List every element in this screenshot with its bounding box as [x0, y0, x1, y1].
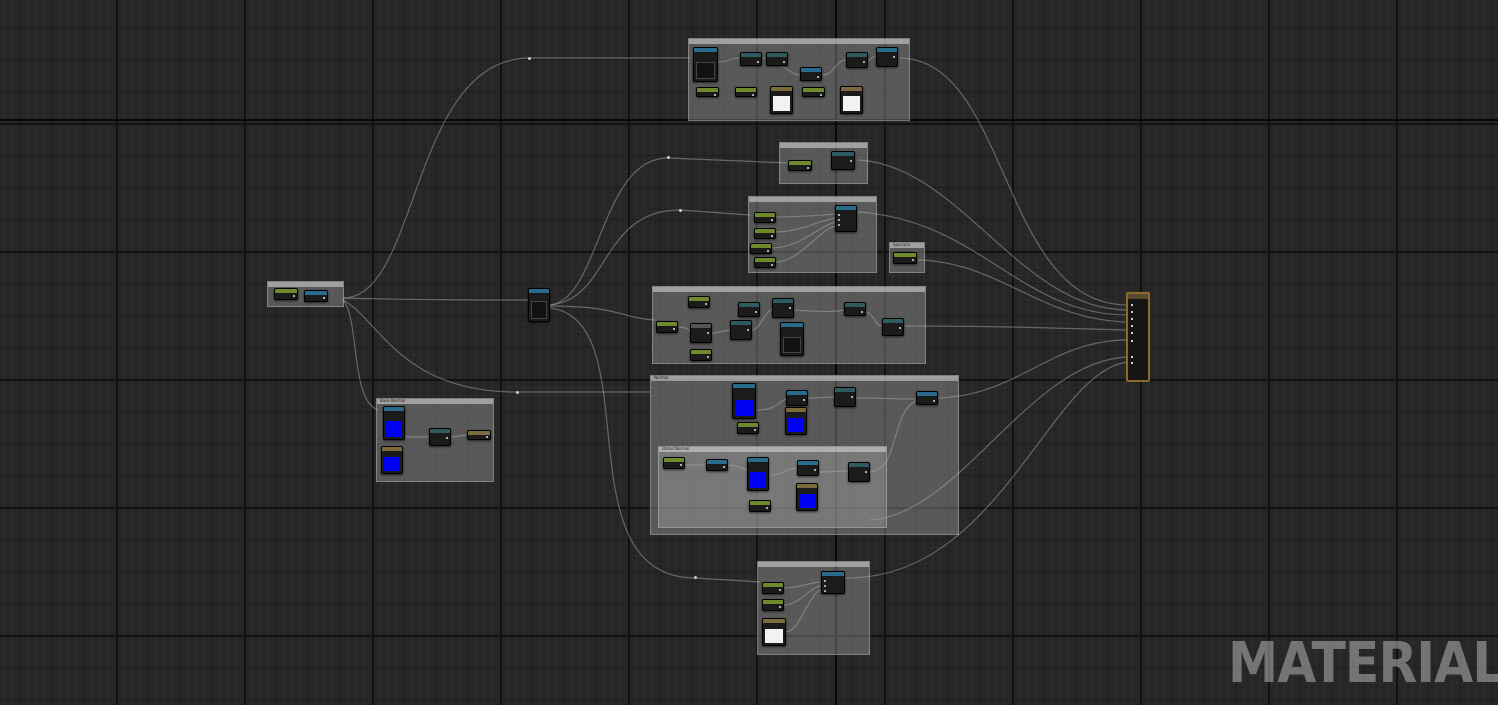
- normal-map-sample-node[interactable]: [747, 457, 769, 491]
- wire: [899, 57, 1129, 306]
- scalar-parameter-node[interactable]: [737, 422, 759, 434]
- texcoord-node[interactable]: [706, 459, 728, 471]
- scalar-parameter-node[interactable]: [754, 212, 776, 223]
- math-node[interactable]: [730, 320, 752, 340]
- math-node[interactable]: [831, 151, 855, 170]
- math-node[interactable]: [738, 302, 760, 317]
- wire: [342, 299, 650, 393]
- comment-title: Specular: [893, 242, 911, 247]
- scalar-parameter-node[interactable]: [754, 257, 776, 268]
- material-watermark: MATERIAL: [1228, 631, 1498, 696]
- math-node[interactable]: [740, 52, 762, 66]
- scalar-parameter-node[interactable]: [802, 87, 825, 97]
- texcoord-node[interactable]: [304, 290, 328, 302]
- make-float-node[interactable]: [835, 205, 857, 232]
- scalar-parameter-node[interactable]: [750, 243, 772, 254]
- wire: [342, 299, 379, 411]
- wire: [937, 339, 1129, 399]
- math-node[interactable]: [882, 318, 904, 336]
- scalar-parameter-node[interactable]: [762, 599, 784, 611]
- blend-node[interactable]: [429, 428, 451, 446]
- wire: [904, 325, 1129, 331]
- material-output-node[interactable]: [1126, 292, 1150, 382]
- normal-map-sample-node[interactable]: [785, 407, 807, 435]
- scalar-parameter-node[interactable]: [762, 582, 784, 594]
- math-node[interactable]: [690, 323, 712, 343]
- math-node[interactable]: [797, 460, 819, 476]
- math-node[interactable]: [876, 47, 898, 67]
- scalar-parameter-node[interactable]: [735, 87, 757, 97]
- reroute-dot[interactable]: [667, 156, 670, 159]
- scalar-parameter-node[interactable]: [690, 349, 712, 361]
- reroute-node[interactable]: [467, 430, 491, 440]
- normal-map-sample-node[interactable]: [381, 446, 403, 474]
- vector-parameter-node[interactable]: [840, 86, 863, 114]
- texture-sample-node[interactable]: [693, 47, 718, 82]
- vector-parameter-node[interactable]: [770, 86, 793, 114]
- math-node[interactable]: [821, 571, 845, 594]
- reroute-dot[interactable]: [679, 209, 682, 212]
- normal-map-sample-node[interactable]: [796, 483, 818, 511]
- math-node[interactable]: [766, 52, 788, 66]
- reroute-dot[interactable]: [528, 57, 531, 60]
- scalar-parameter-node[interactable]: [788, 160, 812, 171]
- normal-map-sample-node[interactable]: [732, 383, 756, 419]
- vector-parameter-node[interactable]: [762, 618, 786, 646]
- scalar-parameter-node[interactable]: [274, 288, 298, 300]
- comment-box[interactable]: Detail Normal: [658, 446, 887, 528]
- math-node[interactable]: [846, 52, 868, 68]
- scalar-parameter-node[interactable]: [749, 500, 771, 512]
- scalar-parameter-node[interactable]: [688, 296, 710, 308]
- scalar-parameter-node[interactable]: [754, 228, 776, 239]
- math-node[interactable]: [772, 298, 794, 318]
- comment-title: Normal: [654, 375, 669, 380]
- scalar-parameter-node[interactable]: [696, 87, 719, 97]
- math-node[interactable]: [800, 67, 822, 81]
- blend-node[interactable]: [848, 462, 870, 482]
- wire: [342, 57, 690, 299]
- math-node[interactable]: [844, 302, 866, 316]
- wire: [342, 297, 529, 301]
- texture-sample-node[interactable]: [780, 322, 804, 356]
- normalize-node[interactable]: [916, 391, 938, 405]
- texture-object-node[interactable]: [528, 288, 550, 322]
- blend-node[interactable]: [834, 387, 856, 407]
- reroute-dot[interactable]: [694, 576, 697, 579]
- scalar-parameter-node[interactable]: [893, 252, 917, 264]
- scalar-parameter-node[interactable]: [656, 321, 678, 333]
- comment-title: Detail Normal: [662, 446, 690, 451]
- comment-title: Base Normal: [380, 398, 406, 403]
- graph-canvas[interactable]: Specular Normal Detail Normal Base Norma…: [0, 0, 1498, 705]
- reroute-dot[interactable]: [516, 391, 519, 394]
- scalar-parameter-node[interactable]: [663, 457, 685, 469]
- math-node[interactable]: [786, 390, 808, 406]
- normal-map-sample-node[interactable]: [383, 406, 405, 440]
